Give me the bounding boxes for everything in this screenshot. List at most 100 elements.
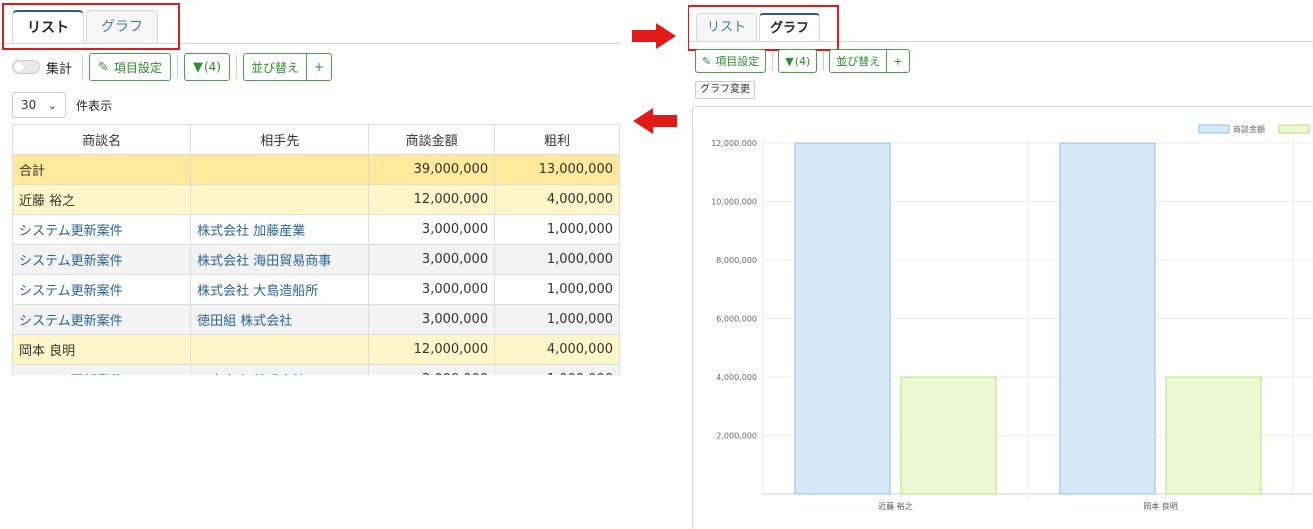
table-row: システム更新案件 徳田組 株式会社 3,000,000 1,000,000: [11, 304, 620, 335]
filter-icon: ▼: [785, 54, 794, 68]
item-settings-button[interactable]: ✎ 項目設定: [89, 53, 171, 81]
filter-button[interactable]: ▼ (4): [183, 53, 230, 81]
graph-toolbar: ✎ 項目設定 ▼ (4) 並び替え +: [695, 49, 916, 73]
edit-icon: ✎: [702, 54, 712, 68]
graph-change-button[interactable]: グラフ変更: [695, 81, 755, 99]
item-settings-label: 項目設定: [113, 60, 162, 75]
table-row: システム更新案件 株式会社 大島造船所 3,000,000 1,000,000: [11, 274, 620, 305]
column-header[interactable]: 相手先: [190, 124, 370, 155]
subtotal-row: 近藤 裕之 12,000,000 4,000,000: [11, 184, 620, 215]
graph-view-panel: リスト グラフ ✎ 項目設定 ▼ (4) 並び替え + グラフ変更 2,000,…: [688, 0, 1313, 529]
x-tick-label: 岡本 良明: [1143, 501, 1178, 511]
customer-link[interactable]: 株式会社 海田貿易商事: [190, 244, 370, 275]
toolbar-divider: [82, 55, 84, 79]
sort-add-button[interactable]: +: [305, 54, 331, 80]
filter-button[interactable]: ▼ (4): [778, 49, 818, 73]
deal-link[interactable]: システム更新案件: [11, 244, 192, 275]
table-row: システム更新案件 三吉商店 株式会社 3,000,000 1,000,000: [11, 364, 620, 375]
table-cell: [190, 334, 370, 365]
table-cell: 3,000,000: [368, 244, 496, 275]
bar: [900, 376, 997, 495]
deal-link[interactable]: システム更新案件: [11, 304, 192, 335]
y-tick-label: 4,000,000: [716, 373, 757, 382]
sort-button-group: 並び替え +: [829, 49, 910, 73]
list-toolbar: 集計 ✎ 項目設定 ▼ (4) 並び替え +: [12, 53, 338, 81]
table-cell: [190, 154, 370, 185]
deal-table: 商談名 相手先 商談金額 粗利 合計 39,000,000 13,000,000…: [11, 124, 620, 375]
column-header[interactable]: 商談名: [11, 124, 192, 155]
y-tick-label: 8,000,000: [716, 256, 757, 265]
table-row: システム更新案件 株式会社 加藤産業 3,000,000 1,000,000: [11, 214, 620, 245]
column-header[interactable]: 粗利: [494, 124, 620, 155]
table-cell: 13,000,000: [494, 154, 620, 185]
deal-link[interactable]: システム更新案件: [11, 214, 192, 245]
arrow-left-icon: [633, 108, 677, 134]
table-cell: [190, 184, 370, 215]
bar: [1059, 142, 1156, 495]
sort-add-button[interactable]: +: [886, 50, 908, 72]
filter-icon: ▼: [192, 59, 203, 75]
table-cell: 3,000,000: [368, 214, 496, 245]
toggle-knob: [14, 62, 24, 72]
filter-count: (4): [203, 60, 221, 74]
legend-label: 商談金額: [1233, 124, 1265, 134]
table-cell: 4,000,000: [494, 184, 620, 215]
table-cell: 岡本 良明: [11, 334, 192, 365]
table-cell: 1,000,000: [494, 304, 620, 335]
customer-link[interactable]: 株式会社 大島造船所: [190, 274, 370, 305]
highlight-box-tabs: [2, 3, 180, 50]
deal-link[interactable]: システム更新案件: [11, 364, 192, 375]
table-cell: 3,000,000: [368, 274, 496, 305]
y-tick-label: 12,000,000: [711, 139, 757, 148]
filter-count: (4): [794, 54, 811, 68]
chart-container: 2,000,000 4,000,000 6,000,000 8,000,000 10,0…: [692, 106, 1313, 529]
aggregate-toggle[interactable]: [12, 60, 40, 74]
aggregate-label: 集計: [46, 61, 73, 77]
deal-link[interactable]: システム更新案件: [11, 274, 192, 305]
chevron-down-icon: ⌄: [47, 98, 57, 112]
table-header-row: 商談名 相手先 商談金額 粗利: [11, 124, 620, 155]
table-cell: 39,000,000: [368, 154, 496, 185]
table-cell: 近藤 裕之: [11, 184, 192, 215]
page-size-label: 件表示: [76, 98, 113, 113]
customer-link[interactable]: 三吉商店 株式会社: [190, 364, 370, 375]
y-tick-label: 2,000,000: [716, 432, 757, 441]
x-tick-label: 近藤 裕之: [878, 501, 913, 511]
table-cell: 1,000,000: [494, 364, 620, 375]
column-header[interactable]: 商談金額: [368, 124, 496, 155]
toolbar-divider: [176, 55, 178, 79]
toolbar-divider: [772, 51, 774, 71]
table-cell: 3,000,000: [368, 364, 496, 375]
table-cell: 1,000,000: [494, 274, 620, 305]
subtotal-row: 岡本 良明 12,000,000 4,000,000: [11, 334, 620, 365]
legend-swatch: [1198, 124, 1230, 134]
table-cell: 12,000,000: [368, 184, 496, 215]
toolbar-divider: [823, 51, 825, 71]
edit-icon: ✎: [98, 59, 109, 75]
sort-button[interactable]: 並び替え: [830, 50, 886, 72]
y-tick-label: 6,000,000: [716, 315, 757, 324]
page-size-row: 30 ⌄ 件表示: [12, 92, 112, 118]
bar: [1165, 376, 1262, 495]
y-tick-label: 10,000,000: [711, 198, 757, 207]
page-size-select[interactable]: 30 ⌄: [12, 92, 66, 118]
table-cell: 1,000,000: [494, 214, 620, 245]
arrow-right-icon: [632, 23, 676, 49]
sort-button[interactable]: 並び替え: [244, 54, 306, 80]
legend-swatch: [1278, 124, 1310, 134]
highlight-box-tabs: [688, 5, 839, 51]
table-row: システム更新案件 株式会社 海田貿易商事 3,000,000 1,000,000: [11, 244, 620, 275]
bar: [794, 142, 891, 495]
table-cell: 合計: [11, 154, 192, 185]
page-size-value: 30: [21, 98, 37, 112]
table-cell: 12,000,000: [368, 334, 496, 365]
table-cell: 4,000,000: [494, 334, 620, 365]
customer-link[interactable]: 徳田組 株式会社: [190, 304, 370, 335]
total-row: 合計 39,000,000 13,000,000: [11, 154, 620, 185]
item-settings-label: 項目設定: [715, 55, 760, 68]
item-settings-button[interactable]: ✎ 項目設定: [695, 49, 767, 73]
table-cell: 3,000,000: [368, 304, 496, 335]
bar-chart: 2,000,000 4,000,000 6,000,000 8,000,000 10,0…: [711, 124, 1313, 511]
table-cell: 1,000,000: [494, 244, 620, 275]
customer-link[interactable]: 株式会社 加藤産業: [190, 214, 370, 245]
